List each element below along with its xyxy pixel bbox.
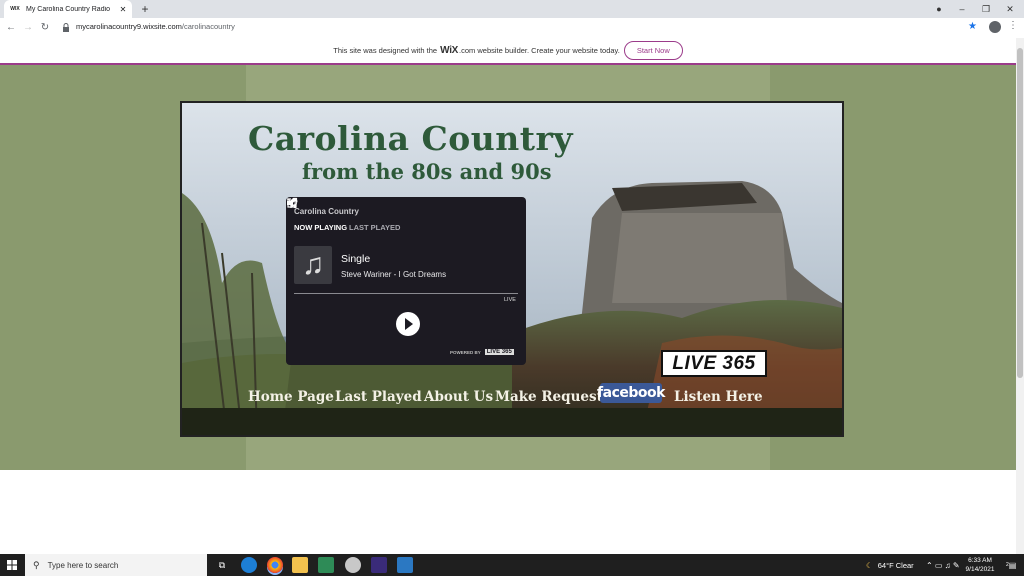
chrome-icon[interactable] (267, 557, 283, 573)
site-subtitle: from the 80s and 90s (302, 159, 552, 184)
radio-player: Carolina Country NOW PLAYING LAST PLAYED… (286, 197, 526, 365)
url-domain: mycarolinacountry9.wixsite.com (76, 22, 182, 31)
powered-by: POWERED BY LIVE 365 (450, 349, 514, 355)
tab-close-icon[interactable]: ✕ (118, 5, 128, 14)
task-view-icon[interactable]: ⧉ (214, 557, 230, 573)
record-icon[interactable]: ● (928, 0, 950, 18)
browser-tab-bar: WIX My Carolina Country Radio ✕ + ● – ❐ … (0, 0, 1024, 18)
notification-icon[interactable]: 2 ▤ (1006, 554, 1016, 576)
web-page: This site was designed with the WiX .com … (0, 38, 1016, 554)
weather-text: 64°F Clear (877, 560, 914, 570)
hero-banner: Carolina Country from the 80s and 90s Ca… (180, 101, 844, 437)
windows-taskbar: ⚲ Type here to search ⧉ ☾ 64°F Clear ⌃ ▭… (0, 554, 1024, 576)
track-title: Single (341, 253, 371, 265)
app-icon-gray[interactable] (345, 557, 361, 573)
browser-menu-icon[interactable]: ⋮ (1008, 20, 1018, 31)
address-bar: ← → ↻ mycarolinacountry9.wixsite.com/car… (0, 18, 1024, 39)
live365-logo[interactable]: LIVE 365 (661, 350, 767, 377)
site-title: Carolina Country (248, 119, 574, 158)
app-icon-purple[interactable] (371, 557, 387, 573)
edge-icon[interactable] (241, 557, 257, 573)
wix-banner-text-before: This site was designed with the (333, 46, 438, 55)
new-tab-button[interactable]: + (138, 1, 152, 17)
app-icon-green[interactable] (318, 557, 334, 573)
forward-icon[interactable]: → (21, 20, 35, 36)
facebook-link[interactable]: facebook (597, 383, 665, 403)
bookmark-star-icon[interactable]: ★ (968, 21, 977, 32)
search-icon: ⚲ (33, 559, 40, 570)
wix-favicon-icon: WIX (10, 6, 20, 12)
app-icon-blue[interactable] (397, 557, 413, 573)
back-icon[interactable]: ← (4, 20, 18, 36)
music-note-icon: ♫ (294, 246, 332, 284)
notification-count: 2 (1006, 562, 1009, 568)
nav-home-page[interactable]: Home Page (248, 389, 334, 405)
tab-last-played[interactable]: LAST PLAYED (349, 223, 400, 232)
clock[interactable]: 6:33 AM 9/14/2021 (958, 556, 1002, 574)
tab-title: My Carolina Country Radio (26, 5, 111, 13)
windows-start-icon[interactable] (0, 554, 24, 576)
file-explorer-icon[interactable] (292, 557, 308, 573)
play-button[interactable] (396, 312, 420, 336)
taskbar-search[interactable]: ⚲ Type here to search (25, 554, 207, 576)
browser-tab[interactable]: WIX My Carolina Country Radio ✕ (4, 0, 132, 18)
url-path: /carolinacountry (181, 22, 235, 31)
system-tray-icons[interactable]: ⌃ ▭ ♫ ✎ (926, 554, 960, 576)
cart-icon[interactable] (286, 197, 298, 209)
wix-banner: This site was designed with the WiX .com … (0, 38, 1016, 65)
live-label: LIVE (504, 297, 516, 303)
scrollbar-thumb[interactable] (1017, 48, 1023, 378)
start-now-button[interactable]: Start Now (623, 41, 683, 60)
nav-last-played[interactable]: Last Played (335, 389, 422, 405)
reload-icon[interactable]: ↻ (38, 20, 52, 36)
wix-brand: WiX (440, 45, 459, 56)
player-station-name: Carolina Country (294, 207, 359, 216)
date: 9/14/2021 (965, 566, 995, 573)
nav-about-us[interactable]: About Us (424, 389, 493, 405)
restore-button[interactable]: ❐ (975, 0, 997, 18)
time: 6:33 AM (968, 557, 992, 564)
close-window-button[interactable]: ✕ (999, 0, 1021, 18)
url-field[interactable]: mycarolinacountry9.wixsite.com/carolinac… (76, 22, 235, 31)
nav-make-request[interactable]: Make Request (495, 389, 603, 405)
weather-widget[interactable]: ☾ 64°F Clear (866, 554, 914, 576)
tab-now-playing[interactable]: NOW PLAYING (294, 223, 347, 232)
track-artist-song: Steve Wariner - I Got Dreams (341, 270, 447, 279)
moon-icon: ☾ (866, 560, 873, 570)
progress-bar (294, 293, 518, 294)
powered-by-label: POWERED BY (450, 349, 481, 355)
profile-avatar[interactable] (989, 21, 1001, 33)
minimize-button[interactable]: – (951, 0, 973, 18)
wix-banner-text-after: .com website builder. Create your websit… (459, 46, 620, 55)
search-placeholder: Type here to search (47, 560, 119, 570)
lock-icon[interactable] (62, 23, 70, 33)
live365-small-logo: LIVE 365 (484, 349, 514, 355)
nav-listen-here[interactable]: Listen Here (674, 389, 763, 405)
